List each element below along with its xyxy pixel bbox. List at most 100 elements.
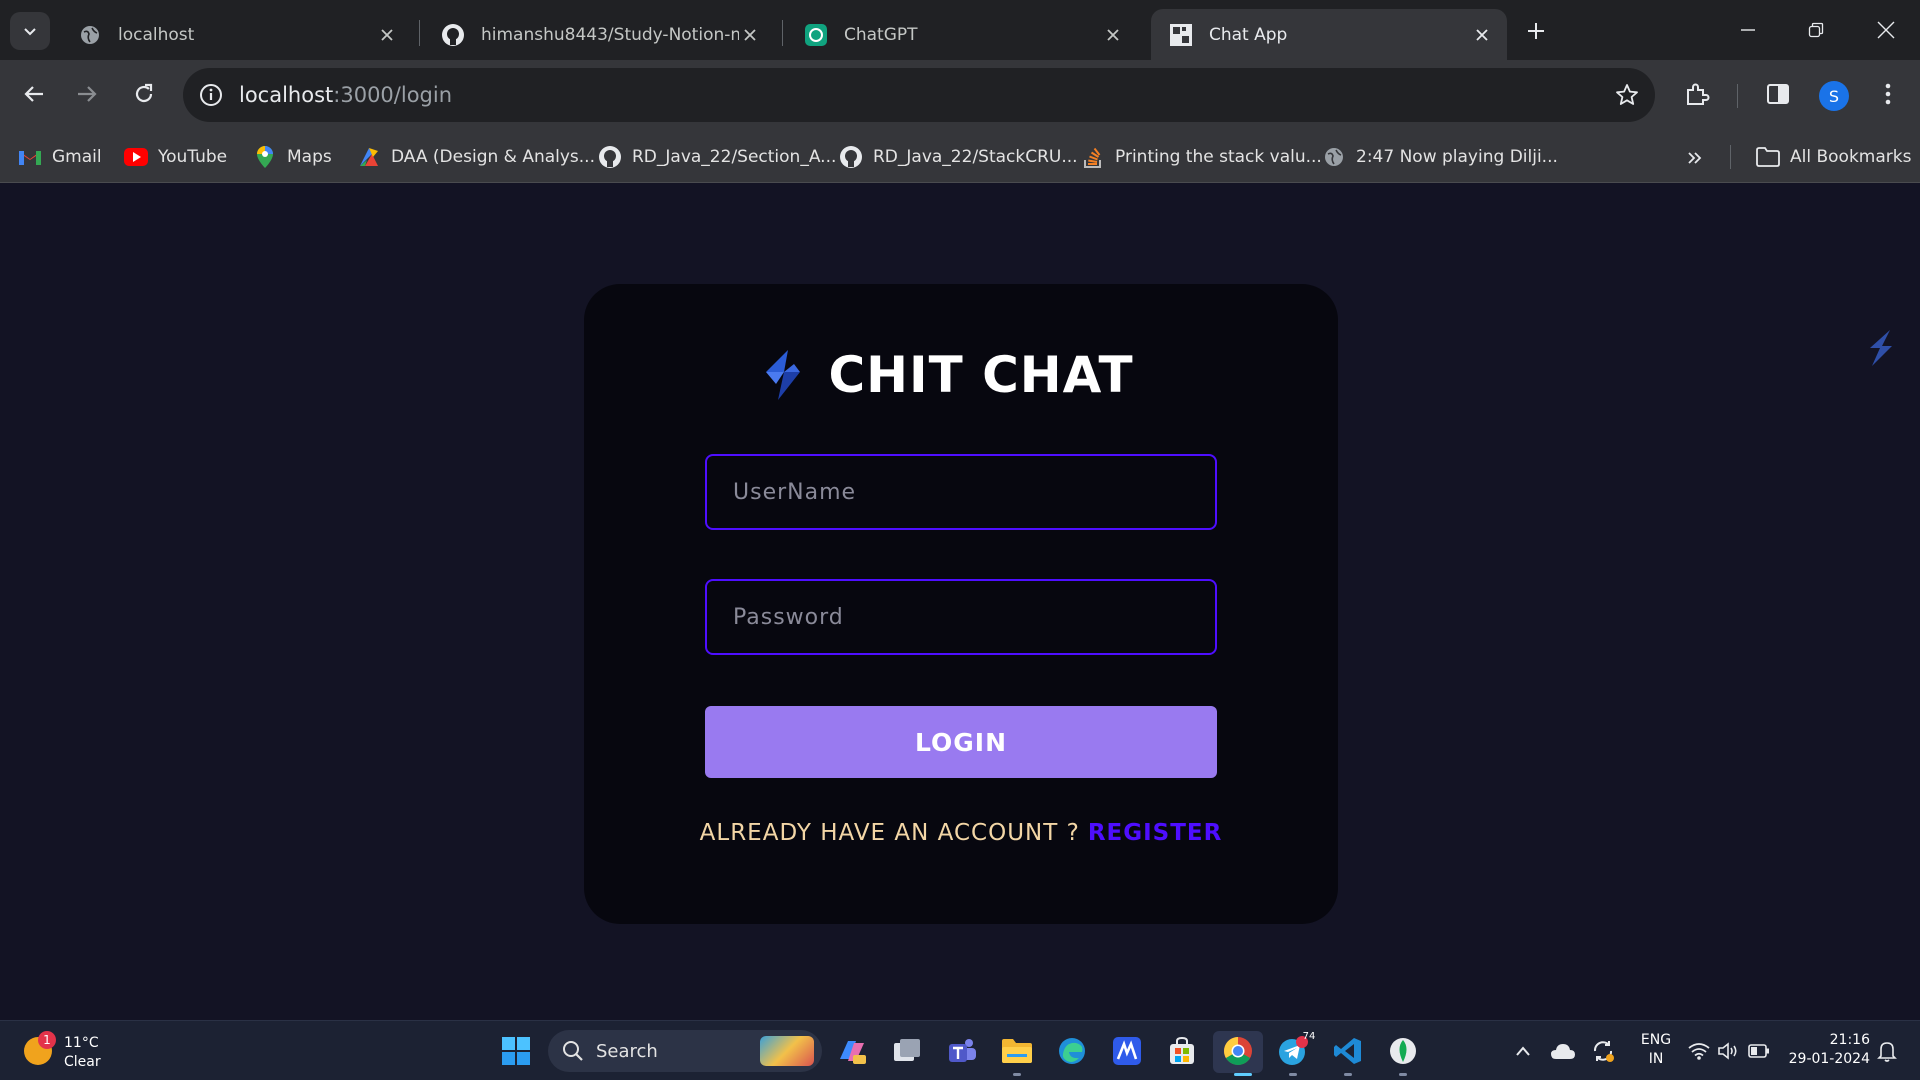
tab-title: ChatGPT — [844, 24, 918, 45]
bookmark-youtube[interactable]: YouTube — [124, 141, 227, 173]
more-bookmarks-button[interactable] — [1680, 145, 1710, 171]
back-button[interactable] — [14, 74, 54, 114]
taskbar-file-explorer[interactable] — [997, 1031, 1037, 1071]
tab-chat-app[interactable]: Chat App — [1151, 9, 1507, 60]
arrow-left-icon — [24, 86, 43, 102]
copilot-icon — [840, 1041, 866, 1064]
taskbar-vscode[interactable] — [1328, 1031, 1368, 1071]
tab-github[interactable]: himanshu8443/Study-Notion-mast — [423, 9, 775, 60]
site-info-icon[interactable] — [197, 81, 225, 109]
browser-menu-button[interactable] — [1868, 74, 1908, 114]
new-tab-button[interactable] — [1521, 16, 1551, 46]
taskbar-app-m[interactable] — [1107, 1031, 1147, 1071]
mongodb-icon — [1390, 1038, 1416, 1064]
weather-badge: 1 — [38, 1031, 56, 1049]
bookmark-star-icon[interactable] — [1613, 81, 1641, 109]
sync-tray[interactable] — [1587, 1031, 1619, 1071]
close-icon[interactable] — [1102, 24, 1124, 46]
bookmark-label: 2:47 Now playing Dilji... — [1356, 147, 1558, 167]
clock-date: 29-01-2024 — [1788, 1051, 1870, 1067]
address-bar[interactable]: localhost:3000/login — [183, 68, 1655, 122]
sync-icon — [1593, 1041, 1614, 1062]
restore-button[interactable] — [1786, 10, 1846, 50]
weather-widget[interactable]: 1 11°C Clear — [22, 1029, 112, 1073]
bookmark-now-playing[interactable]: 2:47 Now playing Dilji... — [1322, 141, 1558, 173]
side-extension-icon[interactable] — [1864, 328, 1898, 368]
windows-logo-icon — [502, 1037, 530, 1065]
close-icon[interactable] — [1471, 24, 1493, 46]
bookmark-rd-java-stack[interactable]: RD_Java_22/StackCRU... — [839, 141, 1078, 173]
url-text: localhost:3000/login — [239, 81, 452, 109]
side-panel-icon — [1767, 84, 1789, 104]
register-link[interactable]: REGISTER — [1088, 820, 1223, 846]
start-button[interactable] — [496, 1031, 536, 1071]
close-window-button[interactable] — [1856, 10, 1916, 50]
language-code: ENG — [1640, 1032, 1672, 1048]
taskbar-task-view[interactable] — [887, 1031, 927, 1071]
account-question-text: ALREADY HAVE AN ACCOUNT ? — [699, 820, 1080, 846]
taskbar-edge[interactable] — [1052, 1031, 1092, 1071]
taskbar-store[interactable] — [1162, 1031, 1202, 1071]
tab-search-button[interactable] — [10, 12, 50, 50]
chrome-icon — [1224, 1037, 1252, 1065]
taskbar-telegram[interactable]: 74 — [1273, 1031, 1315, 1071]
tab-chatgpt[interactable]: ChatGPT — [786, 9, 1138, 60]
bookmark-label: RD_Java_22/StackCRU... — [873, 147, 1078, 167]
bookmark-rd-java-section[interactable]: RD_Java_22/Section_A... — [598, 141, 836, 173]
wifi-tray[interactable] — [1684, 1031, 1714, 1071]
bookmark-daa[interactable]: DAA (Design & Analys... — [357, 141, 595, 173]
stackoverflow-icon — [1081, 145, 1105, 169]
url-path: :3000/login — [333, 83, 453, 107]
chevron-up-icon — [1516, 1046, 1530, 1056]
globe-icon — [1322, 145, 1346, 169]
close-icon[interactable] — [376, 24, 398, 46]
task-view-icon — [894, 1039, 920, 1061]
battery-tray[interactable] — [1744, 1031, 1774, 1071]
close-icon[interactable] — [739, 24, 761, 46]
show-hidden-icons-button[interactable] — [1508, 1031, 1538, 1071]
battery-icon — [1748, 1044, 1769, 1058]
side-panel-button[interactable] — [1758, 74, 1798, 114]
reload-button[interactable] — [124, 74, 164, 114]
plus-icon — [1528, 23, 1544, 39]
page-viewport: CHIT CHAT LOGIN ALREADY HAVE AN ACCOUNT … — [0, 184, 1920, 1020]
tab-title: localhost — [118, 24, 195, 45]
browser-tab-strip: localhost himanshu8443/Study-Notion-mast… — [0, 0, 1920, 60]
maps-icon — [253, 145, 277, 169]
search-label: Search — [596, 1040, 658, 1062]
clock-time: 21:16 — [1829, 1032, 1870, 1048]
tab-title: himanshu8443/Study-Notion-mast — [481, 24, 739, 45]
notifications-button[interactable] — [1872, 1031, 1902, 1071]
telegram-badge: 74 — [1302, 1031, 1316, 1042]
running-indicator — [1013, 1073, 1021, 1076]
volume-tray[interactable] — [1714, 1031, 1744, 1071]
github-icon — [839, 145, 863, 169]
onedrive-tray[interactable] — [1547, 1031, 1579, 1071]
bookmark-maps[interactable]: Maps — [253, 141, 332, 173]
youtube-icon — [124, 145, 148, 169]
brand-header: CHIT CHAT — [584, 346, 1338, 404]
taskbar-search[interactable]: Search — [548, 1030, 822, 1072]
wifi-icon — [1688, 1043, 1710, 1060]
close-icon — [1877, 21, 1895, 39]
vscode-icon — [1334, 1038, 1361, 1064]
tab-localhost[interactable]: localhost — [60, 9, 412, 60]
username-input[interactable] — [705, 454, 1217, 530]
taskbar-teams[interactable] — [942, 1031, 982, 1071]
taskbar-copilot[interactable] — [832, 1031, 872, 1071]
password-input[interactable] — [705, 579, 1217, 655]
taskbar-mongodb[interactable] — [1383, 1031, 1423, 1071]
language-indicator[interactable]: ENG IN — [1634, 1031, 1678, 1069]
running-indicator — [1234, 1073, 1252, 1076]
extensions-button[interactable] — [1677, 74, 1717, 114]
bookmark-gmail[interactable]: Gmail — [18, 141, 102, 173]
profile-avatar[interactable]: S — [1819, 81, 1849, 111]
windows-taskbar: 1 11°C Clear Search 74 ENG IN 21:16 29-0… — [0, 1020, 1920, 1080]
minimize-button[interactable] — [1718, 10, 1778, 50]
login-button[interactable]: LOGIN — [705, 706, 1217, 778]
all-bookmarks-button[interactable]: All Bookmarks — [1756, 141, 1911, 173]
bookmark-stackoverflow[interactable]: Printing the stack valu... — [1081, 141, 1322, 173]
taskbar-chrome[interactable] — [1218, 1031, 1258, 1071]
system-clock[interactable]: 21:16 29-01-2024 — [1780, 1031, 1870, 1069]
forward-button[interactable] — [67, 74, 107, 114]
